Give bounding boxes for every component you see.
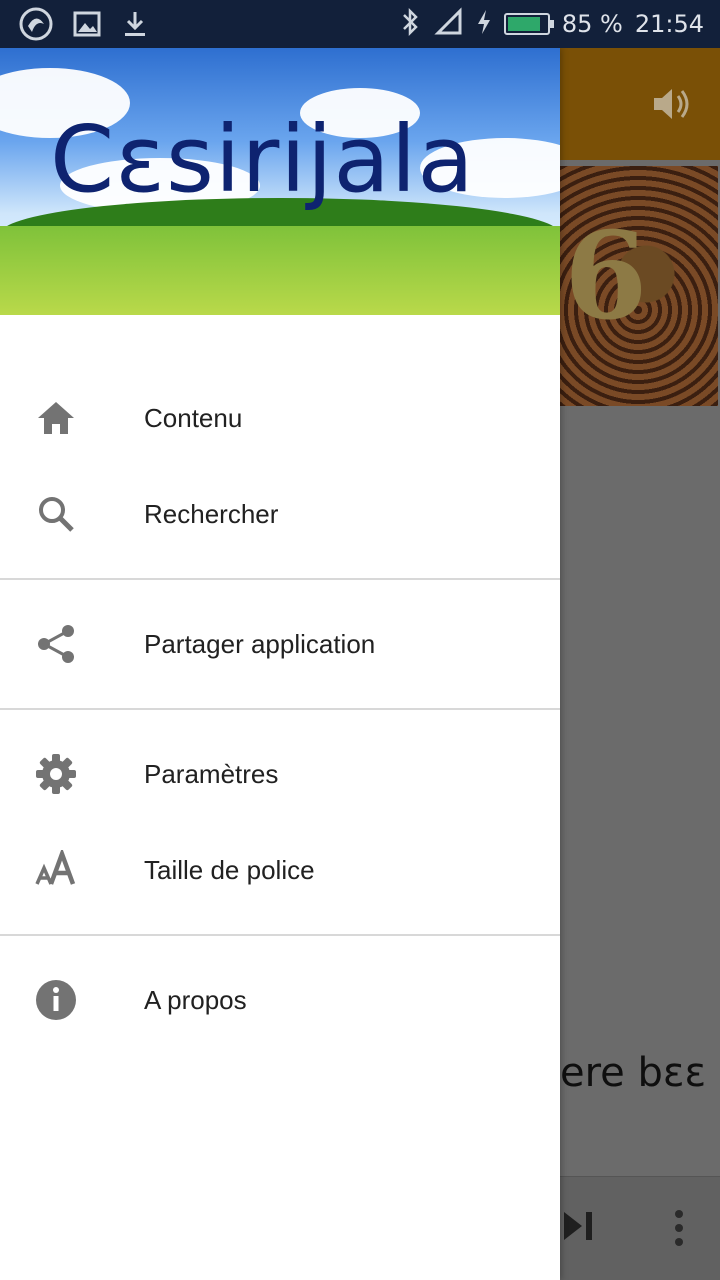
- menu-group-share: Partager application: [0, 596, 560, 692]
- font-size-icon: [34, 848, 78, 892]
- menu-item-rechercher[interactable]: Rechercher: [0, 466, 560, 562]
- menu-item-parametres[interactable]: Paramètres: [0, 726, 560, 822]
- menu-item-label: A propos: [144, 984, 247, 1015]
- home-icon: [34, 396, 78, 440]
- menu-item-a-propos[interactable]: A propos: [0, 952, 560, 1048]
- image-notification-icon: [72, 9, 102, 44]
- menu-item-label: Paramètres: [144, 758, 279, 789]
- app-title: Cεsirijala: [50, 106, 475, 213]
- bluetooth-icon: [398, 7, 422, 42]
- battery-icon: [503, 13, 554, 35]
- content-text: ere bεε: [560, 1050, 707, 1096]
- battery-level: [507, 17, 540, 31]
- app-notification-icon: [18, 6, 54, 47]
- menu-item-label: Rechercher: [144, 498, 279, 529]
- charging-icon: [476, 8, 492, 41]
- content-image-glyph: 6: [564, 206, 648, 347]
- speaker-icon[interactable]: [650, 84, 694, 124]
- download-icon: [120, 9, 150, 44]
- menu-item-partager[interactable]: Partager application: [0, 596, 560, 692]
- menu-group-about: A propos: [0, 952, 560, 1048]
- info-icon: [34, 978, 78, 1022]
- menu-item-label: Contenu: [144, 402, 243, 433]
- menu-group-settings: Paramètres Taille de police: [0, 726, 560, 918]
- battery-percent: 85 %: [561, 10, 623, 38]
- clock: 21:54: [634, 10, 704, 38]
- menu-item-contenu[interactable]: Contenu: [0, 370, 560, 466]
- menu-group-main: Contenu Rechercher: [0, 370, 560, 562]
- header-field: [0, 226, 560, 315]
- status-bar: 85 % 21:54: [0, 0, 720, 48]
- share-icon: [34, 622, 78, 666]
- drawer-menu: Contenu Rechercher Partager application: [0, 315, 560, 1048]
- skip-next-icon[interactable]: [560, 1206, 600, 1246]
- drawer-header: Cεsirijala: [0, 48, 560, 315]
- content-image: 6: [556, 166, 718, 406]
- settings-icon: [34, 752, 78, 796]
- more-options-icon[interactable]: [670, 1208, 688, 1248]
- signal-icon: [434, 6, 464, 42]
- menu-item-taille-police[interactable]: Taille de police: [0, 822, 560, 918]
- menu-item-label: Taille de police: [144, 854, 315, 885]
- navigation-drawer: Cεsirijala Contenu Rechercher Partager a…: [0, 48, 560, 1280]
- menu-item-label: Partager application: [144, 628, 376, 659]
- search-icon: [34, 492, 78, 536]
